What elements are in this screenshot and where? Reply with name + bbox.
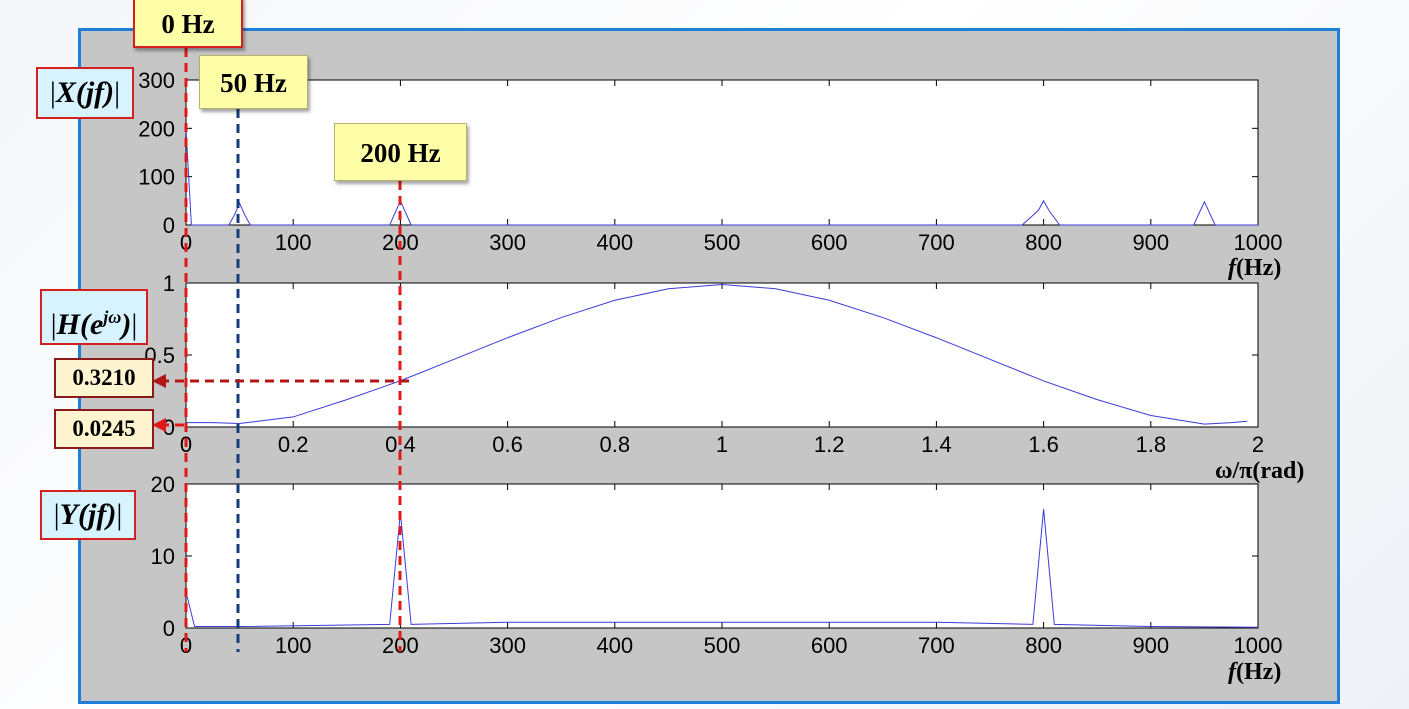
- x-tick-label: 500: [704, 633, 741, 658]
- y-tick-label: 0: [163, 616, 175, 641]
- x-tick-label: 1.2: [814, 432, 845, 457]
- x-tick-label: 100: [275, 230, 312, 255]
- plot-area-2: [185, 282, 1259, 428]
- x-tick-label: 0.2: [278, 432, 309, 457]
- plot-h-response: 00.20.40.60.811.21.41.61.8200.51: [144, 271, 1264, 457]
- ylabel-x-magnitude: |X(jf)|: [36, 67, 134, 119]
- x-tick-label: 900: [1132, 633, 1169, 658]
- ylabel-y-magnitude: |Y(jf)|: [40, 490, 136, 540]
- value-label-0.0245: 0.0245: [54, 409, 154, 449]
- x-tick-label: 900: [1132, 230, 1169, 255]
- y-tick-label: 10: [151, 544, 175, 569]
- x-tick-label: 400: [596, 230, 633, 255]
- x-tick-label: 0.8: [600, 432, 631, 457]
- x-tick-label: 800: [1025, 230, 1062, 255]
- plot-area-3: [185, 483, 1259, 629]
- x-tick-label: 1.4: [921, 432, 952, 457]
- y-tick-label: 200: [138, 116, 175, 141]
- y-tick-label: 100: [138, 165, 175, 190]
- x-tick-label: 300: [489, 230, 526, 255]
- x-tick-label: 400: [596, 633, 633, 658]
- callout-50hz: 50 Hz: [199, 55, 308, 109]
- plot-y-spectrum: 0 100 200 300 400 500 600 700 800 900 100001020: [151, 472, 1283, 658]
- x-tick-label: 2: [1252, 432, 1264, 457]
- arrowhead-0.3210: [152, 374, 166, 388]
- x-tick-label: 1: [716, 432, 728, 457]
- callout-0hz: 0 Hz: [133, 0, 243, 48]
- x-tick-label: 700: [918, 633, 955, 658]
- x-tick-label: 500: [704, 230, 741, 255]
- y-tick-label: 1: [163, 271, 175, 296]
- x-tick-label: 1000: [1234, 230, 1283, 255]
- x-tick-label: 1000: [1234, 633, 1283, 658]
- x-axis-title-bottom: f(Hz): [1228, 659, 1281, 685]
- arrowhead-0.0245: [152, 418, 166, 432]
- y-tick-label: 300: [138, 68, 175, 93]
- plot-x-spectrum: 0100200300400500600700800900100001002003…: [138, 68, 1282, 255]
- callout-200hz: 200 Hz: [334, 123, 467, 181]
- ylabel-h-magnitude: |H(ejω)|: [40, 289, 148, 345]
- x-tick-label: 100: [275, 633, 312, 658]
- y-tick-label: 0: [163, 213, 175, 238]
- x-tick-label: 600: [811, 230, 848, 255]
- x-tick-label: 0.6: [492, 432, 523, 457]
- y-tick-label: 20: [151, 472, 175, 497]
- x-tick-label: 600: [811, 633, 848, 658]
- x-tick-label: 1.8: [1136, 432, 1167, 457]
- x-tick-label: 700: [918, 230, 955, 255]
- x-axis-title-top: f(Hz): [1228, 255, 1281, 281]
- x-tick-label: 1.6: [1028, 432, 1059, 457]
- value-label-0.3210: 0.3210: [54, 358, 154, 398]
- x-tick-label: 300: [489, 633, 526, 658]
- x-tick-label: 800: [1025, 633, 1062, 658]
- x-axis-title-mid: ω/π(rad): [1215, 458, 1304, 484]
